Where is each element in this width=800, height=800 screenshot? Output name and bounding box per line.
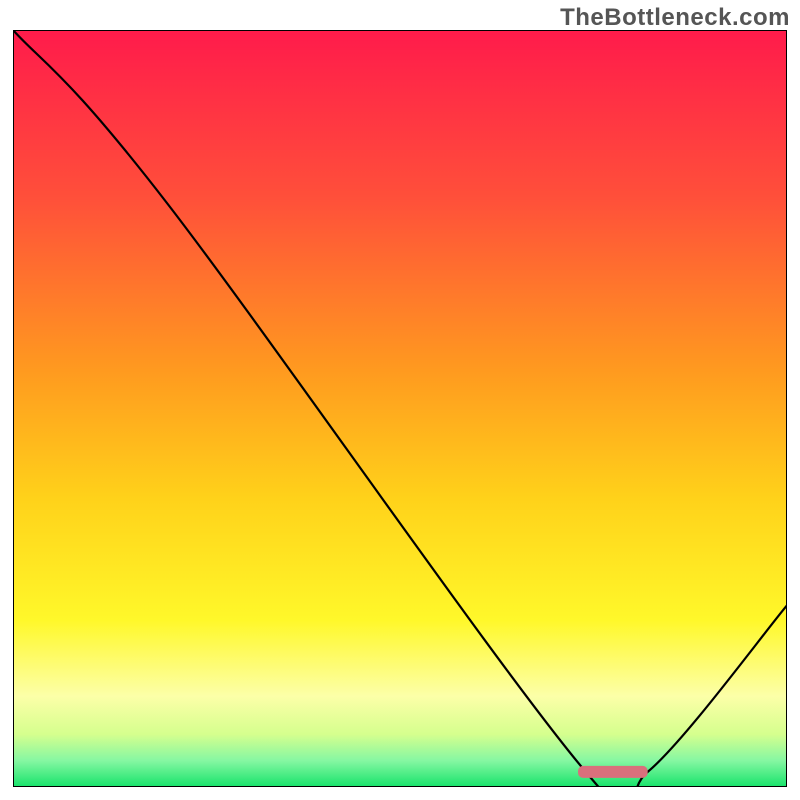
watermark-text: TheBottleneck.com: [560, 4, 790, 32]
optimal-marker: [578, 766, 648, 778]
bottleneck-chart: [13, 30, 787, 787]
gradient-background: [13, 30, 787, 787]
